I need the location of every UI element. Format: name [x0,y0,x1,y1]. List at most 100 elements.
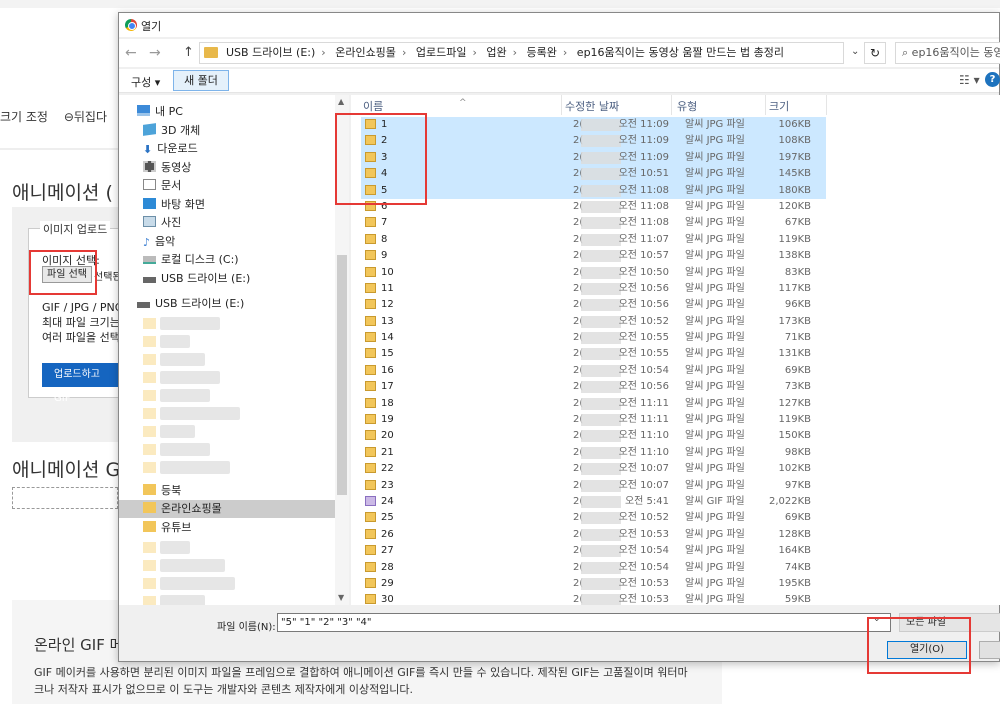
file-date: 오전 10:54 [618,561,669,573]
file-row[interactable]: 30 2(오전 10:53 알씨 JPG 파일 59KB [361,592,826,605]
folder-icon [204,47,218,58]
sidebar-item-pictures[interactable]: 사진 [143,214,181,232]
resize-tool[interactable]: 크기 조정 [0,110,48,124]
file-row[interactable]: 11 2(오전 10:56 알씨 JPG 파일 117KB [361,281,826,297]
file-row[interactable]: 24 2(오전 5:41 알씨 GIF 파일 2,022KB [361,494,826,510]
sidebar-item-desktop[interactable]: 바탕 화면 [143,196,205,214]
sidebar-item-folder[interactable] [143,404,240,422]
cancel-button[interactable] [979,641,1000,659]
breadcrumb-item[interactable]: 온라인쇼핑몰 [335,46,396,59]
sidebar-item-folder[interactable] [143,314,220,332]
filename-input[interactable]: "5" "1" "2" "3" "4" [277,613,891,632]
file-row[interactable]: 7 2(오전 11:08 알씨 JPG 파일 67KB [361,215,826,231]
column-type[interactable]: 유형 [677,98,697,114]
scroll-up-icon[interactable]: ▲ [338,97,344,106]
sidebar-item-this-pc[interactable]: 내 PC [137,103,183,121]
file-row[interactable]: 12 2(오전 10:56 알씨 JPG 파일 96KB [361,297,826,313]
file-row[interactable]: 14 2(오전 10:55 알씨 JPG 파일 71KB [361,330,826,346]
breadcrumb-item[interactable]: 등록완 [527,46,557,59]
file-row[interactable]: 10 2(오전 10:50 알씨 JPG 파일 83KB [361,265,826,281]
sidebar-item-music[interactable]: ♪ 음악 [143,233,175,251]
sidebar-item-folder[interactable] [143,538,190,556]
scrollbar-thumb[interactable] [337,255,347,495]
sidebar-item-folder[interactable] [143,422,195,440]
new-folder-button[interactable]: 새 폴더 [173,70,229,91]
file-row[interactable]: 5 2(오전 11:08 알씨 JPG 파일 180KB [361,182,826,199]
file-name: 27 [365,543,394,559]
forward-arrow-icon[interactable]: → [149,45,161,61]
file-row[interactable]: 13 2(오전 10:52 알씨 JPG 파일 173KB [361,314,826,330]
sidebar-item-online-mall[interactable]: 온라인쇼핑몰 [119,500,335,518]
sidebar-item-folder[interactable] [143,368,220,386]
jpg-file-icon [365,315,376,326]
file-type: 알씨 JPG 파일 [685,512,745,524]
sidebar-item-youtube[interactable]: 유튜브 [143,519,191,537]
sidebar-item-3d-objects[interactable]: 3D 개체 [143,122,200,140]
sidebar-item-folder[interactable] [143,556,225,574]
breadcrumb-item[interactable]: USB 드라이브 (E:) [226,46,315,59]
file-row[interactable]: 16 2(오전 10:54 알씨 JPG 파일 69KB [361,363,826,379]
file-row[interactable]: 2 2(오전 11:09 알씨 JPG 파일 108KB [361,133,826,150]
file-type: 알씨 JPG 파일 [685,364,745,376]
file-row[interactable]: 19 2(오전 11:11 알씨 JPG 파일 119KB [361,412,826,428]
sidebar-item-folder[interactable] [143,592,205,605]
file-row[interactable]: 20 2(오전 11:10 알씨 JPG 파일 150KB [361,428,826,444]
file-row[interactable]: 25 2(오전 10:52 알씨 JPG 파일 69KB [361,510,826,526]
sidebar-item-usb-drive[interactable]: USB 드라이브 (E:) [143,270,250,288]
sidebar-item-folder[interactable] [143,574,235,592]
sidebar-item-folder[interactable] [143,440,210,458]
flip-tool[interactable]: ⊖뒤집다 [64,110,107,124]
file-row[interactable]: 22 2(오전 10:07 알씨 JPG 파일 102KB [361,461,826,477]
back-arrow-icon[interactable]: ← [125,45,137,61]
file-date: 오전 11:09 [618,135,669,147]
address-dropdown-icon[interactable]: ⌄ [851,46,859,57]
breadcrumb-item[interactable]: 업완 [486,46,506,59]
up-arrow-icon[interactable]: ↑ [183,45,194,60]
sidebar-item-folder[interactable]: 등북 [143,482,181,500]
file-row[interactable]: 6 2(오전 11:08 알씨 JPG 파일 120KB [361,199,826,215]
breadcrumb-item[interactable]: 업로드파일 [416,46,467,59]
file-size: 127KB [778,397,811,409]
file-date: 오전 10:50 [618,266,669,278]
sidebar-item-folder[interactable] [143,386,210,404]
sidebar-item-usb-drive-root[interactable]: USB 드라이브 (E:) [137,295,244,313]
search-input[interactable]: ⌕ ep16움직이는 동영 [895,42,1000,64]
jpg-file-icon [365,364,376,375]
scroll-down-icon[interactable]: ▼ [338,593,344,602]
sidebar-item-videos[interactable]: 동영상 [143,159,191,177]
sidebar-item-downloads[interactable]: ⬇ 다운로드 [143,140,198,158]
file-type: 알씨 JPG 파일 [685,200,745,212]
file-row[interactable]: 26 2(오전 10:53 알씨 JPG 파일 128KB [361,527,826,543]
file-row[interactable]: 29 2(오전 10:53 알씨 JPG 파일 195KB [361,576,826,592]
file-row[interactable]: 17 2(오전 10:56 알씨 JPG 파일 73KB [361,379,826,395]
file-row[interactable]: 15 2(오전 10:55 알씨 JPG 파일 131KB [361,346,826,362]
sidebar-item-folder[interactable] [143,332,190,350]
column-size[interactable]: 크기 [769,98,789,114]
help-icon[interactable]: ? [985,72,1000,87]
view-options-icon[interactable]: ☷ ▾ [959,73,980,87]
pc-icon [137,105,150,116]
file-row[interactable]: 23 2(오전 10:07 알씨 JPG 파일 97KB [361,478,826,494]
sidebar-item-folder[interactable] [143,350,205,368]
sidebar-item-local-disk[interactable]: 로컬 디스크 (C:) [143,251,239,269]
file-row[interactable]: 18 2(오전 11:11 알씨 JPG 파일 127KB [361,396,826,412]
file-row[interactable]: 8 2(오전 11:07 알씨 JPG 파일 119KB [361,232,826,248]
file-row[interactable]: 4 2(오전 10:51 알씨 JPG 파일 145KB [361,166,826,183]
column-date[interactable]: 수정한 날짜 [565,98,619,114]
file-row[interactable]: 21 2(오전 11:10 알씨 JPG 파일 98KB [361,445,826,461]
file-row[interactable]: 28 2(오전 10:54 알씨 JPG 파일 74KB [361,560,826,576]
upload-make-gif-button[interactable]: 업로드하고 GIF [42,363,118,404]
file-row[interactable]: 3 2(오전 11:09 알씨 JPG 파일 197KB [361,149,826,167]
refresh-icon[interactable]: ↻ [864,42,886,64]
organize-menu[interactable]: 구성 ▾ [131,74,160,90]
breadcrumb-item[interactable]: ep16움직이는 동영상 움짤 만드는 법 총정리 [577,46,784,59]
file-row[interactable]: 27 2(오전 10:54 알씨 JPG 파일 164KB [361,543,826,559]
search-icon: ⌕ [902,46,912,59]
file-name: 23 [365,478,394,494]
file-row[interactable]: 1 2(오전 11:09 알씨 JPG 파일 106KB [361,117,826,134]
sidebar-item-documents[interactable]: 문서 [143,177,181,195]
file-row[interactable]: 9 2(오전 10:57 알씨 JPG 파일 138KB [361,248,826,264]
column-name[interactable]: 이름 [363,98,383,114]
sidebar-item-folder[interactable] [143,458,230,476]
address-bar[interactable]: USB 드라이브 (E:) › 온라인쇼핑몰 › 업로드파일 › 업완 › 등록완 › e… [199,42,844,64]
